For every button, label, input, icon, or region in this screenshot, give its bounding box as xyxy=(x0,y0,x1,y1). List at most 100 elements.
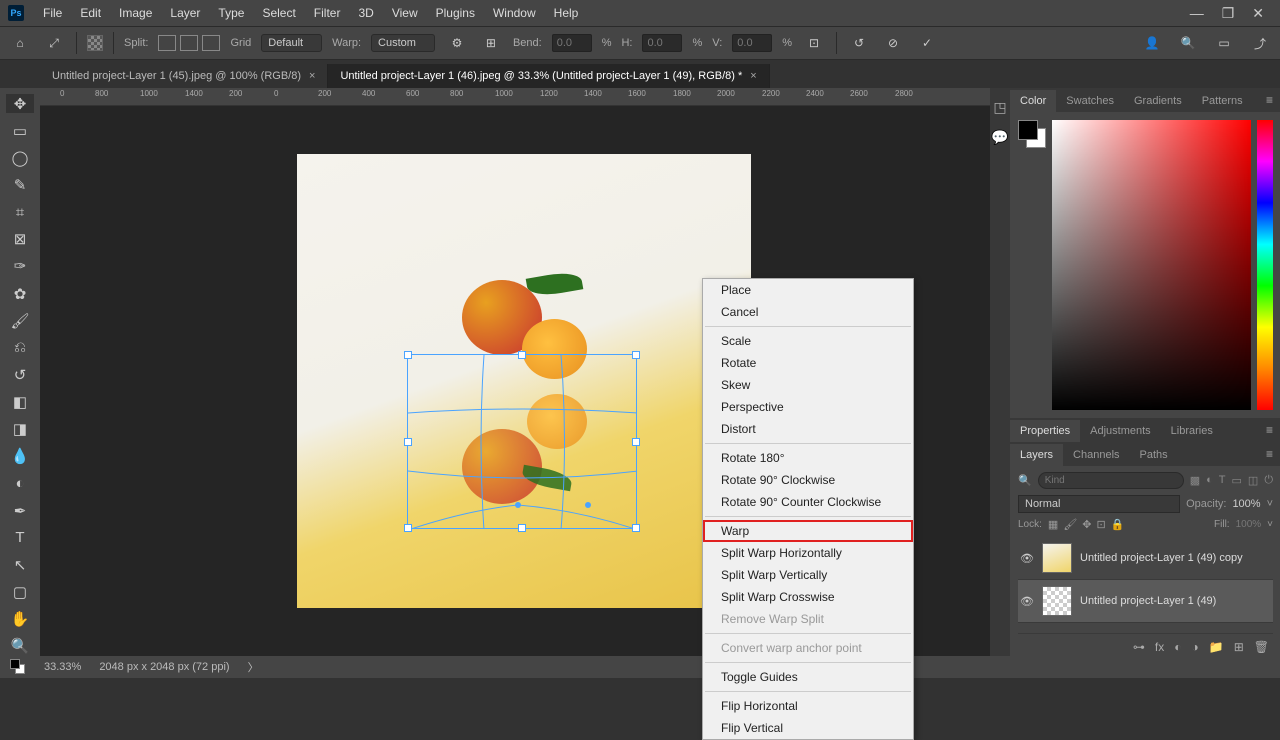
quick-select-tool-icon[interactable]: ✎ xyxy=(6,175,34,194)
context-menu-item[interactable]: Split Warp Horizontally xyxy=(703,542,913,564)
transform-handle[interactable] xyxy=(518,351,526,359)
fx-icon[interactable]: fx xyxy=(1155,640,1164,654)
doc-info[interactable]: 2048 px x 2048 px (72 ppi) xyxy=(99,661,229,673)
orientation-icon[interactable]: ⊞ xyxy=(479,31,503,55)
menu-window[interactable]: Window xyxy=(484,6,545,20)
search-icon[interactable]: 🔍 xyxy=(1176,31,1200,55)
menu-file[interactable]: File xyxy=(34,6,71,20)
type-tool-icon[interactable]: T xyxy=(6,528,34,547)
context-menu-item[interactable]: Split Warp Crosswise xyxy=(703,586,913,608)
transform-handle[interactable] xyxy=(404,351,412,359)
dither-box-icon[interactable] xyxy=(87,35,103,51)
v-input[interactable] xyxy=(732,34,772,52)
warp-style-select[interactable]: Custom xyxy=(371,34,435,52)
context-menu-item[interactable]: Rotate 90° Clockwise xyxy=(703,469,913,491)
tab-layers[interactable]: Layers xyxy=(1010,444,1063,466)
lock-all-icon[interactable]: 🔒 xyxy=(1111,518,1125,531)
split-horizontal-icon[interactable] xyxy=(202,35,220,51)
cancel-transform-icon[interactable]: ⊘ xyxy=(881,31,905,55)
warp-transform-box[interactable] xyxy=(407,354,637,529)
layer-thumbnail[interactable] xyxy=(1042,543,1072,573)
delete-layer-icon[interactable]: 🗑 xyxy=(1254,640,1269,654)
maximize-icon[interactable]: ❐ xyxy=(1222,5,1235,22)
menu-type[interactable]: Type xyxy=(209,6,253,20)
menu-help[interactable]: Help xyxy=(545,6,588,20)
grid-select[interactable]: Default xyxy=(261,34,322,52)
link-layers-icon[interactable]: ⊶ xyxy=(1133,640,1145,654)
history-brush-tool-icon[interactable]: ↺ xyxy=(6,365,34,384)
tab-swatches[interactable]: Swatches xyxy=(1056,90,1124,112)
context-menu-item[interactable]: Rotate 90° Counter Clockwise xyxy=(703,491,913,513)
lock-artboard-icon[interactable]: ⊡ xyxy=(1097,518,1106,531)
context-menu-item[interactable]: Split Warp Vertically xyxy=(703,564,913,586)
h-input[interactable] xyxy=(642,34,682,52)
tab-close-icon[interactable]: × xyxy=(309,70,315,82)
tab-close-icon[interactable]: × xyxy=(750,70,756,82)
foreground-color-icon[interactable] xyxy=(1018,120,1038,140)
context-menu-item[interactable]: Warp xyxy=(703,520,913,542)
layer-thumbnail[interactable] xyxy=(1042,586,1072,616)
clone-tool-icon[interactable]: ⎌ xyxy=(6,338,34,357)
tab-channels[interactable]: Channels xyxy=(1063,444,1129,466)
home-icon[interactable]: ⌂ xyxy=(8,31,32,55)
share-icon[interactable]: ⤴ xyxy=(1248,31,1272,55)
context-menu-item[interactable]: Cancel xyxy=(703,301,913,323)
menu-edit[interactable]: Edit xyxy=(71,6,110,20)
eyedropper-tool-icon[interactable]: ✑ xyxy=(6,257,34,276)
fg-bg-swatches[interactable] xyxy=(1018,120,1046,410)
blend-mode-select[interactable]: Normal xyxy=(1018,495,1180,513)
filter-adjust-icon[interactable]: ◐ xyxy=(1206,474,1213,487)
panel-menu-icon[interactable]: ≡ xyxy=(1258,418,1280,442)
hue-slider[interactable] xyxy=(1257,120,1273,410)
menu-3d[interactable]: 3D xyxy=(349,6,382,20)
split-cross-icon[interactable] xyxy=(158,35,176,51)
lasso-tool-icon[interactable]: ◯ xyxy=(6,148,34,167)
context-menu-item[interactable]: Place xyxy=(703,279,913,301)
tab-paths[interactable]: Paths xyxy=(1130,444,1178,466)
context-menu-item[interactable]: Flip Horizontal xyxy=(703,695,913,717)
cloud-user-icon[interactable]: 👤 xyxy=(1140,31,1164,55)
new-layer-icon[interactable]: ⊞ xyxy=(1234,640,1244,654)
adjustment-layer-icon[interactable]: ◑ xyxy=(1192,640,1199,654)
context-menu-item[interactable]: Perspective xyxy=(703,396,913,418)
transform-handle[interactable] xyxy=(518,524,526,532)
menu-filter[interactable]: Filter xyxy=(305,6,350,20)
ruler-horizontal[interactable]: 0 800 1000 1400 200 0 200 400 600 800 10… xyxy=(40,88,990,106)
lock-brush-icon[interactable]: 🖌 xyxy=(1063,518,1077,531)
blur-tool-icon[interactable]: 💧 xyxy=(6,447,34,466)
layer-name[interactable]: Untitled project-Layer 1 (49) xyxy=(1080,595,1271,607)
menu-image[interactable]: Image xyxy=(110,6,161,20)
transform-handle[interactable] xyxy=(404,524,412,532)
menu-plugins[interactable]: Plugins xyxy=(427,6,484,20)
crop-tool-icon[interactable]: ⌗ xyxy=(6,203,34,222)
lock-transparency-icon[interactable]: ▦ xyxy=(1048,518,1058,531)
chevron-right-icon[interactable]: 〉 xyxy=(248,659,259,675)
gear-icon[interactable]: ⚙ xyxy=(445,31,469,55)
zoom-level[interactable]: 33.33% xyxy=(44,661,81,673)
split-vertical-icon[interactable] xyxy=(180,35,198,51)
chevron-down-icon[interactable]: ˅ xyxy=(1267,498,1273,510)
panel-menu-icon[interactable]: ≡ xyxy=(1258,442,1280,466)
lock-position-icon[interactable]: ✥ xyxy=(1082,518,1091,531)
transform-handle[interactable] xyxy=(632,524,640,532)
move-tool-icon[interactable]: ✥ xyxy=(6,94,34,113)
layer-name[interactable]: Untitled project-Layer 1 (49) copy xyxy=(1080,552,1271,564)
fill-value[interactable]: 100% xyxy=(1236,519,1262,530)
mask-icon[interactable]: ◐ xyxy=(1174,640,1181,654)
layer-row[interactable]: 👁 Untitled project-Layer 1 (49) copy xyxy=(1018,537,1273,580)
transform-handle[interactable] xyxy=(404,438,412,446)
document-tab-1[interactable]: Untitled project-Layer 1 (45).jpeg @ 100… xyxy=(40,64,328,88)
menu-layer[interactable]: Layer xyxy=(161,6,209,20)
opacity-value[interactable]: 100% xyxy=(1232,498,1260,510)
transform-handle[interactable] xyxy=(632,438,640,446)
filter-shape-icon[interactable]: ▭ xyxy=(1232,474,1242,487)
marquee-tool-icon[interactable]: ▭ xyxy=(6,121,34,140)
close-icon[interactable]: ✕ xyxy=(1252,5,1264,22)
eraser-tool-icon[interactable]: ◧ xyxy=(6,393,34,412)
filter-toggle-icon[interactable]: ⏻ xyxy=(1264,474,1273,487)
context-menu-item[interactable]: Rotate 180° xyxy=(703,447,913,469)
group-icon[interactable]: 📁 xyxy=(1209,640,1224,654)
transform-handle[interactable] xyxy=(632,351,640,359)
chevron-down-icon[interactable]: ˅ xyxy=(1267,519,1273,530)
context-menu-item[interactable]: Scale xyxy=(703,330,913,352)
